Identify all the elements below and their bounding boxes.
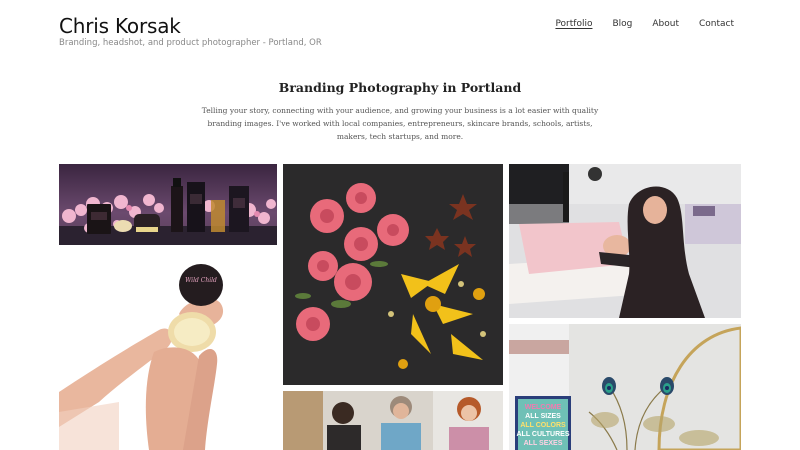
sign-line-5: ALL SEXES [524,440,563,447]
site-tagline: Branding, headshot, and product photogra… [59,38,322,48]
gallery-image-facial-treatment[interactable] [509,164,741,318]
site-header: Chris Korsak Branding, headshot, and pro… [0,0,800,60]
sign-line-1: WELCOME [525,404,562,411]
jar-lid-label: Wild Child [185,277,217,284]
site-title[interactable]: Chris Korsak [59,14,181,38]
nav-item-contact[interactable]: Contact [699,19,734,29]
gallery-image-skincare-products[interactable] [59,164,277,245]
sign-line-4: ALL CULTURES [516,431,569,438]
sign-line-3: ALL COLORS [520,422,566,429]
gallery-image-meeting[interactable] [283,391,503,450]
gallery-image-peacock-feathers[interactable]: WELCOME ALL SIZES ALL COLORS ALL CULTURE… [509,324,741,450]
gallery-image-flowers[interactable] [283,164,503,385]
nav-item-blog[interactable]: Blog [612,19,632,29]
main-nav: Portfolio Blog About Contact [535,19,734,29]
sign-line-2: ALL SIZES [525,413,561,420]
gallery-image-hands-jar[interactable]: Wild Child [59,252,277,450]
nav-item-portfolio[interactable]: Portfolio [555,19,592,29]
intro-text: Telling your story, connecting with your… [201,106,599,141]
page-title: Branding Photography in Portland [278,80,522,95]
nav-item-about[interactable]: About [652,19,679,29]
